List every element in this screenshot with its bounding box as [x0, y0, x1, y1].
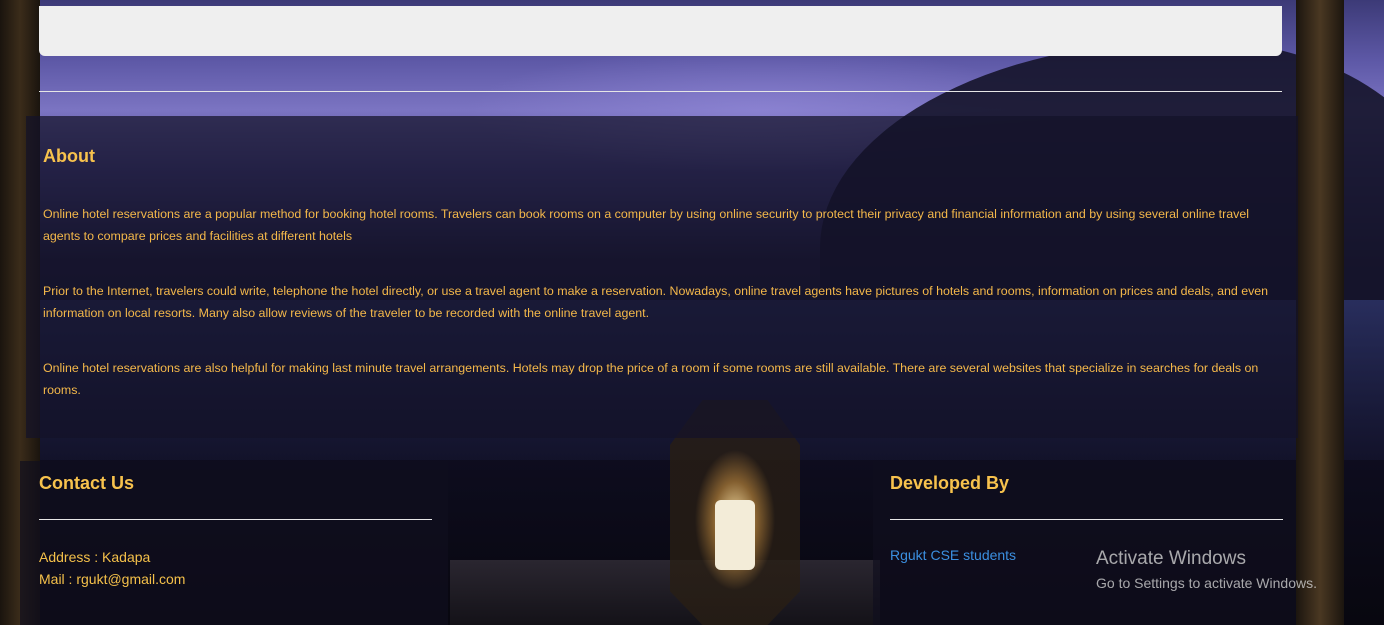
background-candle	[715, 500, 755, 570]
contact-divider	[39, 519, 432, 520]
contact-heading: Contact Us	[39, 473, 135, 493]
developer-heading: Developed By	[890, 473, 1010, 493]
contact-details: Address : Kadapa Mail : rgukt@gmail.com	[39, 546, 185, 590]
contact-section: Contact Us Address : Kadapa Mail : rgukt…	[20, 461, 448, 625]
top-divider	[39, 91, 1282, 92]
about-paragraph-1: Online hotel reservations are a popular …	[43, 207, 1249, 243]
top-panel	[39, 6, 1282, 56]
windows-activation-watermark: Activate Windows Go to Settings to activ…	[1096, 547, 1317, 595]
about-paragraph-3: Online hotel reservations are also helpf…	[43, 361, 1259, 397]
watermark-title: Activate Windows	[1096, 548, 1246, 569]
contact-address: Address : Kadapa	[39, 549, 151, 565]
background-table	[450, 560, 880, 625]
about-section: About Online hotel reservations are a po…	[26, 116, 1298, 438]
about-paragraph-2: Prior to the Internet, travelers could w…	[43, 284, 1269, 320]
background-palm-right	[1296, 0, 1344, 625]
watermark-subtitle: Go to Settings to activate Windows.	[1096, 575, 1317, 591]
developer-section: Developed By Rgukt CSE students	[873, 461, 1296, 625]
developer-divider	[890, 519, 1283, 520]
developer-link[interactable]: Rgukt CSE students	[890, 547, 1016, 563]
contact-mail: Mail : rgukt@gmail.com	[39, 571, 186, 587]
about-heading: About	[43, 146, 95, 166]
